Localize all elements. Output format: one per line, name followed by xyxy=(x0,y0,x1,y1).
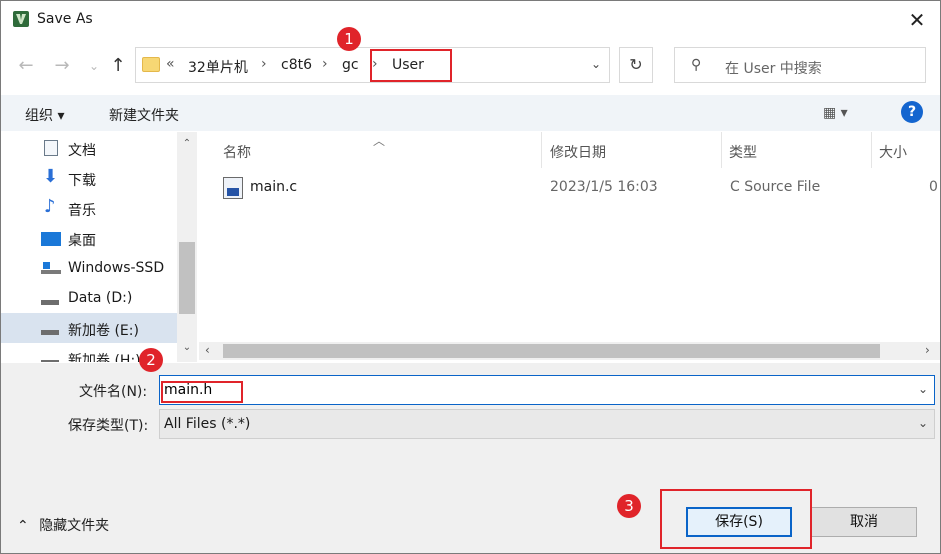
chevron-down-icon[interactable]: ⌄ xyxy=(918,382,928,396)
back-arrow-icon[interactable]: ← xyxy=(15,55,37,77)
sidebar-item-label: 下载 xyxy=(68,173,96,189)
file-size: 0 xyxy=(929,179,938,195)
drive-icon xyxy=(41,355,59,362)
forward-arrow-icon[interactable]: → xyxy=(51,55,73,77)
filetype-label: 保存类型(T): xyxy=(68,418,149,434)
chevron-right-icon: › xyxy=(261,56,267,72)
scroll-down-icon[interactable]: ⌄ xyxy=(177,342,197,353)
drive-icon xyxy=(41,295,59,305)
download-icon: ⬇ xyxy=(43,166,59,187)
filename-field[interactable]: ⌄ xyxy=(159,375,935,405)
column-divider[interactable] xyxy=(721,132,722,168)
chevron-up-icon: ⌃ xyxy=(17,518,29,534)
breadcrumb-overflow[interactable]: « xyxy=(166,56,175,72)
hide-folders-toggle[interactable]: ⌃ 隐藏文件夹 xyxy=(17,515,109,535)
sidebar-item-music[interactable]: ♪ 音乐 xyxy=(1,193,177,223)
navigation-bar: ← → ⌄ ↑ « 32单片机 › c8t6 › gc › User ⌄ ↻ ⚲… xyxy=(1,45,940,87)
breadcrumb-item[interactable]: 32单片机 xyxy=(188,57,248,77)
sidebar-item-data-d[interactable]: Data (D:) xyxy=(1,283,177,313)
window-title: Save As xyxy=(37,11,93,27)
annotation-badge: 1 xyxy=(337,27,361,51)
column-header-size[interactable]: 大小 xyxy=(879,142,907,162)
annotation-box-user-folder xyxy=(370,49,452,82)
sidebar-item-label: 音乐 xyxy=(68,203,96,219)
column-header-name[interactable]: 名称 xyxy=(223,142,251,162)
new-folder-button[interactable]: 新建文件夹 xyxy=(109,105,179,125)
sidebar-item-label: 桌面 xyxy=(68,233,96,249)
c-file-icon xyxy=(223,177,243,199)
breadcrumb-item[interactable]: gc xyxy=(342,57,359,73)
chevron-down-icon[interactable]: ⌄ xyxy=(918,416,928,430)
file-list-scrollbar[interactable]: ‹ › xyxy=(199,342,940,360)
drive-icon xyxy=(41,325,59,335)
sidebar-item-label: 新加卷 (H:) xyxy=(68,353,141,362)
hide-folders-label: 隐藏文件夹 xyxy=(39,518,110,534)
sidebar-item-documents[interactable]: 文档 xyxy=(1,133,177,163)
command-toolbar: 组织 ▾ 新建文件夹 ▦ ▾ ? xyxy=(1,95,940,131)
file-row[interactable]: main.c 2023/1/5 16:03 C Source File 0 xyxy=(199,174,940,202)
column-header-modified[interactable]: 修改日期 xyxy=(550,142,606,162)
scroll-right-icon[interactable]: › xyxy=(925,343,930,357)
file-name: main.c xyxy=(250,179,298,195)
annotation-box-save xyxy=(660,489,812,549)
navigation-pane: 文档 ⬇ 下载 ♪ 音乐 桌面 Windows-SSD Data (D:) 新加… xyxy=(1,132,197,362)
drive-windows-icon xyxy=(41,262,61,274)
folder-icon xyxy=(142,57,160,72)
scroll-up-icon[interactable]: ⌃ xyxy=(177,138,197,149)
filetype-value: All Files (*.*) xyxy=(164,416,251,432)
sort-ascending-icon: ︿ xyxy=(373,134,386,148)
close-button[interactable]: ✕ xyxy=(902,7,932,33)
app-logo-icon xyxy=(13,11,29,27)
annotation-badge: 3 xyxy=(617,494,641,518)
sidebar-item-desktop[interactable]: 桌面 xyxy=(1,223,177,253)
filename-input[interactable] xyxy=(162,379,902,401)
sidebar-item-label: 新加卷 (E:) xyxy=(68,323,139,339)
search-icon: ⚲ xyxy=(691,57,702,73)
sidebar-item-label: 文档 xyxy=(68,143,96,159)
filetype-select[interactable]: All Files (*.*) ⌄ xyxy=(159,409,935,439)
music-icon: ♪ xyxy=(44,196,56,217)
file-list: ︿ 名称 修改日期 类型 大小 main.c 2023/1/5 16:03 C … xyxy=(199,132,940,362)
desktop-icon xyxy=(41,232,61,246)
annotation-box-filename xyxy=(161,381,243,403)
title-bar: Save As ✕ xyxy=(1,1,940,39)
sidebar-item-volume-e[interactable]: 新加卷 (E:) xyxy=(1,313,177,343)
help-icon[interactable]: ? xyxy=(901,101,923,123)
chevron-down-icon[interactable]: ⌄ xyxy=(591,57,601,71)
file-modified: 2023/1/5 16:03 xyxy=(550,179,658,195)
cancel-button[interactable]: 取消 xyxy=(811,507,917,537)
file-type: C Source File xyxy=(730,179,821,195)
scroll-left-icon[interactable]: ‹ xyxy=(205,343,210,357)
organize-menu[interactable]: 组织 ▾ xyxy=(25,105,64,125)
search-placeholder: 在 User 中搜索 xyxy=(725,61,822,77)
breadcrumb-item[interactable]: c8t6 xyxy=(281,57,312,73)
refresh-button[interactable]: ↻ xyxy=(619,47,653,83)
sidebar-scrollbar[interactable]: ⌃ ⌄ xyxy=(177,132,197,362)
annotation-badge: 2 xyxy=(139,348,163,372)
column-header-type[interactable]: 类型 xyxy=(729,142,757,162)
sidebar-item-downloads[interactable]: ⬇ 下载 xyxy=(1,163,177,193)
view-options-icon[interactable]: ▦ ▾ xyxy=(823,105,848,121)
sidebar-item-windows-ssd[interactable]: Windows-SSD xyxy=(1,253,177,283)
up-arrow-icon[interactable]: ↑ xyxy=(107,55,129,77)
column-divider[interactable] xyxy=(541,132,542,168)
recent-locations-icon[interactable]: ⌄ xyxy=(83,55,105,77)
scroll-thumb[interactable] xyxy=(223,344,880,358)
sidebar-item-label: Data (D:) xyxy=(68,290,133,306)
scroll-thumb[interactable] xyxy=(179,242,195,314)
document-icon xyxy=(44,140,58,156)
column-divider[interactable] xyxy=(871,132,872,168)
sidebar-item-label: Windows-SSD xyxy=(68,260,165,276)
search-input[interactable]: ⚲ 在 User 中搜索 xyxy=(674,47,926,83)
chevron-right-icon: › xyxy=(322,56,328,72)
filename-label: 文件名(N): xyxy=(79,384,148,400)
save-as-dialog: Save As ✕ ← → ⌄ ↑ « 32单片机 › c8t6 › gc › … xyxy=(0,0,941,554)
